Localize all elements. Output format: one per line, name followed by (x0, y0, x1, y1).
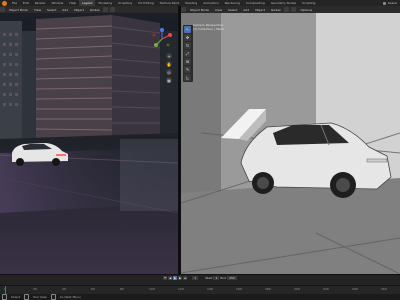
left-proportional-icon[interactable] (110, 7, 116, 12)
viewport-collection-name: (1) Collection | Mesh (193, 27, 224, 31)
right-viewport-shading-icon[interactable] (291, 7, 297, 12)
end-label: End (220, 275, 227, 280)
ruler-tick: 120 (178, 287, 184, 291)
scale-icon[interactable]: ⤢ (184, 50, 191, 57)
measure-icon[interactable]: ◺ (184, 74, 191, 81)
status-context-menu: Context Menu (59, 295, 81, 299)
ruler-tick: 40 (62, 287, 66, 291)
tool-shelf: ↖ ✥ ↻ ⤢ ⊞ ✎ ◺ (183, 25, 193, 82)
ruler-tick: 140 (207, 287, 213, 291)
transform-icon[interactable]: ⊞ (184, 58, 191, 65)
city-scene-render (0, 13, 178, 274)
left-menu-select[interactable]: Select (45, 8, 58, 12)
left-menu-add[interactable]: Add (60, 8, 70, 12)
scene-label: Scene (387, 1, 397, 5)
end-field[interactable]: 250 (227, 275, 237, 280)
status-bar: Select Pan View Context Menu (0, 294, 400, 300)
blender-logo-icon[interactable] (2, 0, 7, 6)
rotate-icon[interactable]: ↻ (184, 42, 191, 49)
right-menu-select[interactable]: Select (226, 8, 239, 12)
ruler-tick: 180 (265, 287, 271, 291)
cursor-icon[interactable]: ↖ (184, 26, 191, 33)
ruler-tick: 260 (381, 287, 387, 291)
start-label: Start (205, 275, 213, 280)
right-snap-icon[interactable] (284, 7, 290, 12)
solid-scene-preview (181, 13, 400, 274)
left-transform-orientation[interactable]: Global (88, 8, 102, 12)
ruler-tick: 100 (149, 287, 155, 291)
scene-selector[interactable]: Scene (382, 1, 397, 5)
playback-controls: ⏮ ◀ ▶ ▶ ⏭ 1 Start 1 End 250 (0, 275, 400, 280)
right-menu-add[interactable]: Add (241, 8, 251, 12)
start-field[interactable]: 1 (213, 275, 220, 280)
right-3d-viewport-solid[interactable]: ↖ ✥ ↻ ⤢ ⊞ ✎ ◺ Camera Perspective (1) Col… (181, 13, 400, 274)
annotate-icon[interactable]: ✎ (184, 66, 191, 73)
play-icon[interactable]: ▶ (173, 275, 178, 280)
right-transform-orientation[interactable]: Global (269, 8, 283, 12)
left-camera-icon[interactable]: ◎ (166, 69, 172, 75)
left-mode-select[interactable]: Object Mode (7, 8, 30, 12)
left-navigation-gizmo[interactable] (150, 27, 174, 51)
right-mode-select[interactable]: Object Mode (188, 8, 211, 12)
viewport-overlay-info: Camera Perspective (1) Collection | Mesh (193, 23, 224, 31)
status-mouse-right-icon (50, 294, 56, 300)
ruler-tick: 200 (294, 287, 300, 291)
right-menu-object[interactable]: Object (253, 8, 267, 12)
right-menu-view[interactable]: View (213, 8, 224, 12)
move-icon[interactable]: ✥ (184, 34, 191, 41)
ruler-tick: 20 (33, 287, 37, 291)
left-snap-icon[interactable] (103, 7, 109, 12)
left-zoom-icon[interactable]: + (166, 53, 172, 59)
next-keyframe-icon[interactable]: ▶ (178, 275, 183, 280)
jump-start-icon[interactable]: ⏮ (163, 275, 168, 280)
editor-type-icon[interactable] (181, 7, 186, 12)
scene-icon (382, 1, 386, 5)
ruler-tick: 240 (352, 287, 358, 291)
left-menu-object[interactable]: Object (72, 8, 86, 12)
status-select: Select (11, 295, 21, 299)
status-mouse-middle-icon (24, 294, 30, 300)
status-pan-view: Pan View (33, 295, 47, 299)
right-options-menu[interactable]: Options (298, 8, 314, 12)
prev-keyframe-icon[interactable]: ◀ (168, 275, 173, 280)
left-grid-icon[interactable]: ▦ (166, 77, 172, 83)
ruler-tick: 220 (323, 287, 329, 291)
current-frame-field[interactable]: 1 (192, 275, 199, 280)
axis-gizmo-icon (152, 28, 172, 47)
status-mouse-left-icon (2, 294, 7, 300)
editor-type-icon[interactable] (0, 7, 5, 12)
left-menu-view[interactable]: View (32, 8, 43, 12)
jump-end-icon[interactable]: ⏭ (183, 275, 188, 280)
left-3d-viewport-rendered[interactable]: + ✋ ◎ ▦ (0, 13, 178, 274)
ruler-tick: 80 (120, 287, 124, 291)
ruler-tick: 160 (236, 287, 242, 291)
ruler-tick: 60 (91, 287, 95, 291)
left-hand-icon[interactable]: ✋ (166, 61, 172, 67)
